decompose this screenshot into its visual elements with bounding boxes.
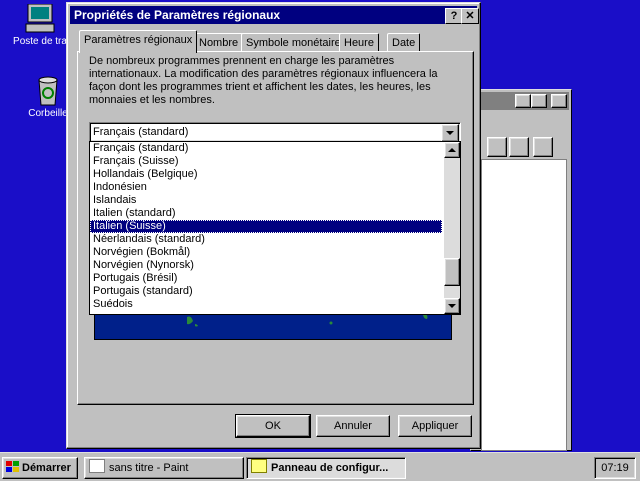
list-item[interactable]: Français (Suisse) xyxy=(90,155,442,168)
task-label: sans titre - Paint xyxy=(109,462,189,474)
close-button[interactable]: ✕ xyxy=(461,8,479,24)
paint-icon xyxy=(89,459,105,473)
list-item[interactable]: Islandais xyxy=(90,194,442,207)
list-item[interactable]: Français (standard) xyxy=(90,142,442,155)
cancel-button[interactable]: Annuler xyxy=(316,415,390,437)
locale-dropdown-list[interactable]: Français (standard) Français (Suisse) Holl… xyxy=(89,141,461,315)
large-icons-view-icon[interactable] xyxy=(487,137,507,157)
locale-combobox[interactable]: Français (standard) xyxy=(89,122,461,142)
task-label: Panneau de configur... xyxy=(271,462,389,474)
taskbar-item-paint[interactable]: sans titre - Paint xyxy=(84,457,244,479)
list-item[interactable]: Norvégien (Nynorsk) xyxy=(90,259,442,272)
list-item[interactable]: Suédois xyxy=(90,298,442,311)
locale-items: Français (standard) Français (Suisse) Holl… xyxy=(90,142,442,311)
apply-button[interactable]: Appliquer xyxy=(398,415,472,437)
ok-button[interactable]: OK xyxy=(235,414,311,438)
windows-logo-icon xyxy=(6,460,20,472)
dialog-title: Propriétés de Paramètres régionaux xyxy=(74,8,281,22)
list-item[interactable]: Norvégien (Bokmål) xyxy=(90,246,442,259)
control-panel-icon xyxy=(251,459,267,473)
control-panel-window[interactable] xyxy=(470,89,572,451)
taskbar-item-control-panel[interactable]: Panneau de configur... xyxy=(246,457,406,479)
tab-time[interactable]: Heure xyxy=(339,33,379,52)
scroll-down-arrow-icon[interactable] xyxy=(444,298,460,314)
dialog-titlebar[interactable]: Propriétés de Paramètres régionaux ? ✕ xyxy=(70,6,479,24)
description-text: De nombreux programmes prennent en charg… xyxy=(89,55,438,106)
dropdown-arrow-icon[interactable] xyxy=(441,124,459,142)
minimize-button[interactable] xyxy=(515,94,531,108)
regional-settings-dialog: Propriétés de Paramètres régionaux ? ✕ P… xyxy=(66,2,481,449)
tab-regional-settings[interactable]: Paramètres régionaux xyxy=(79,30,198,53)
combobox-value: Français (standard) xyxy=(93,126,189,138)
start-label: Démarrer xyxy=(22,462,71,474)
recycle-bin-icon xyxy=(32,76,64,106)
small-icons-view-icon[interactable] xyxy=(509,137,529,157)
list-view-icon[interactable] xyxy=(533,137,553,157)
tab-number[interactable]: Nombre xyxy=(194,33,244,52)
list-item[interactable]: Italien (standard) xyxy=(90,207,442,220)
scroll-up-arrow-icon[interactable] xyxy=(444,142,460,158)
control-panel-titlebar[interactable] xyxy=(473,92,569,110)
computer-icon xyxy=(24,3,56,34)
taskbar: Démarrer sans titre - Paint Panneau de c… xyxy=(0,452,640,481)
system-clock: 07:19 xyxy=(594,457,636,479)
start-button[interactable]: Démarrer xyxy=(2,457,78,479)
maximize-button[interactable] xyxy=(531,94,547,108)
list-item[interactable]: Hollandais (Belgique) xyxy=(90,168,442,181)
scroll-thumb[interactable] xyxy=(444,258,460,286)
tab-currency[interactable]: Symbole monétaire xyxy=(241,33,346,52)
list-scrollbar[interactable] xyxy=(444,142,460,314)
close-button[interactable] xyxy=(551,94,567,108)
list-item[interactable]: Néerlandais (standard) xyxy=(90,233,442,246)
control-panel-content xyxy=(481,159,567,451)
list-item[interactable]: Portugais (Brésil) xyxy=(90,272,442,285)
tab-date[interactable]: Date xyxy=(387,33,421,52)
list-item[interactable]: Italien (Suisse) xyxy=(90,220,442,233)
list-item[interactable]: Portugais (standard) xyxy=(90,285,442,298)
list-item[interactable]: Indonésien xyxy=(90,181,442,194)
